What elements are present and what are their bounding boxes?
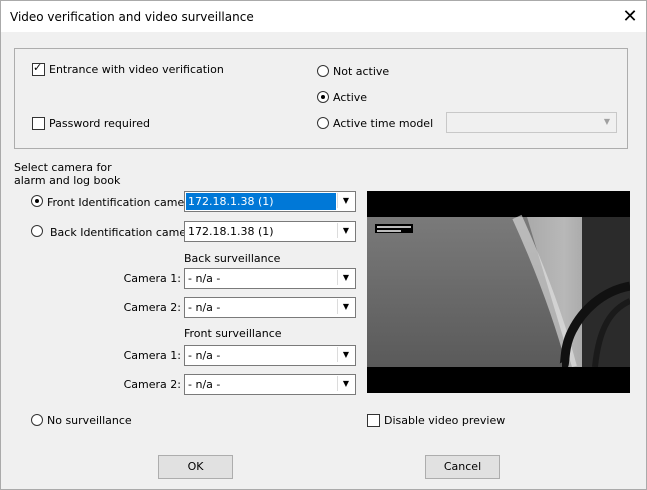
back-camera1-label: Camera 1: xyxy=(123,272,181,285)
front-camera1-label: Camera 1: xyxy=(123,349,181,362)
chevron-down-icon[interactable]: ▼ xyxy=(337,299,354,314)
password-required-checkbox[interactable] xyxy=(32,117,45,130)
disable-preview-label: Disable video preview xyxy=(384,414,506,427)
back-camera1-value: - n/a - xyxy=(188,272,221,285)
active-radio[interactable] xyxy=(317,91,329,103)
back-camera2-value: - n/a - xyxy=(188,301,221,314)
cancel-button[interactable]: Cancel xyxy=(425,455,500,479)
chevron-down-icon[interactable]: ▼ xyxy=(337,193,354,208)
front-id-camera-dropdown[interactable]: 172.18.1.38 (1) ▼ xyxy=(184,191,356,212)
active-time-model-radio[interactable] xyxy=(317,117,329,129)
window-title: Video verification and video surveillanc… xyxy=(10,10,254,24)
back-camera2-dropdown[interactable]: - n/a - ▼ xyxy=(184,297,356,318)
close-icon[interactable]: ✕ xyxy=(614,1,646,32)
back-camera2-label: Camera 2: xyxy=(123,301,181,314)
no-surveillance-label: No surveillance xyxy=(47,414,132,427)
front-camera1-dropdown[interactable]: - n/a - ▼ xyxy=(184,345,356,366)
not-active-label: Not active xyxy=(333,65,390,78)
back-id-camera-label: Back Identification camera: xyxy=(50,226,202,239)
front-id-camera-radio[interactable] xyxy=(31,195,43,207)
chevron-down-icon[interactable]: ▼ xyxy=(337,223,354,238)
no-surveillance-radio[interactable] xyxy=(31,414,43,426)
camera-select-heading-line2: alarm and log book xyxy=(14,174,121,187)
front-camera2-dropdown[interactable]: - n/a - ▼ xyxy=(184,374,356,395)
back-surveillance-heading: Back surveillance xyxy=(184,252,281,265)
camera-feed-image xyxy=(367,191,630,393)
front-camera2-value: - n/a - xyxy=(188,378,221,391)
disable-preview-checkbox[interactable] xyxy=(367,414,380,427)
chevron-down-icon[interactable]: ▼ xyxy=(337,376,354,391)
front-camera1-value: - n/a - xyxy=(188,349,221,362)
back-camera1-dropdown[interactable]: - n/a - ▼ xyxy=(184,268,356,289)
back-id-camera-value: 172.18.1.38 (1) xyxy=(188,225,274,238)
entrance-verification-checkbox[interactable] xyxy=(32,61,45,76)
back-id-camera-dropdown[interactable]: 172.18.1.38 (1) ▼ xyxy=(184,221,356,242)
ok-button[interactable]: OK xyxy=(158,455,233,479)
chevron-down-icon[interactable]: ▼ xyxy=(337,270,354,285)
entrance-verification-label: Entrance with video verification xyxy=(49,63,224,76)
time-model-dropdown: ▼ xyxy=(446,112,617,133)
front-camera2-label: Camera 2: xyxy=(123,378,181,391)
chevron-down-icon[interactable]: ▼ xyxy=(337,347,354,362)
not-active-radio[interactable] xyxy=(317,65,329,77)
title-bar: Video verification and video surveillanc… xyxy=(1,1,646,32)
camera-select-heading-line1: Select camera for xyxy=(14,161,112,174)
password-required-label: Password required xyxy=(49,117,150,130)
active-label: Active xyxy=(333,91,368,104)
front-surveillance-heading: Front surveillance xyxy=(184,327,282,340)
front-id-camera-value: 172.18.1.38 (1) xyxy=(186,193,336,210)
chevron-down-icon: ▼ xyxy=(603,117,611,126)
dialog-window: Video verification and video surveillanc… xyxy=(0,0,647,490)
video-preview xyxy=(367,191,630,393)
front-id-camera-label: Front Identification camera: xyxy=(47,196,200,209)
active-time-model-label: Active time model xyxy=(333,117,434,130)
back-id-camera-radio[interactable] xyxy=(31,225,43,237)
